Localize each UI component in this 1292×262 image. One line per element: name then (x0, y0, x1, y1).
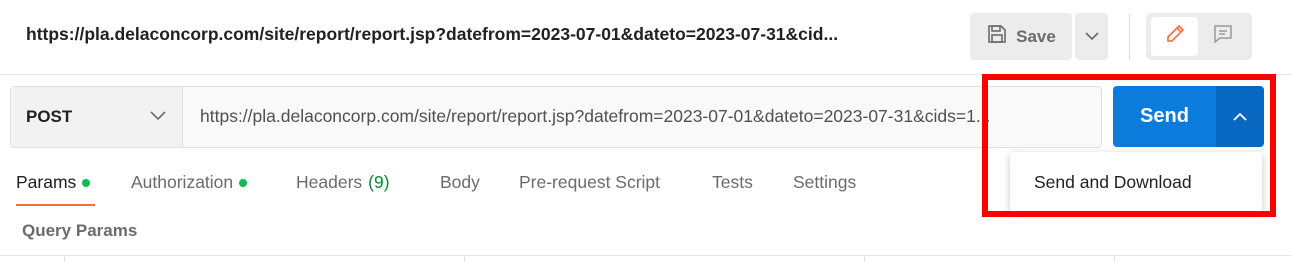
table-column-divider (64, 255, 65, 262)
table-header-divider (0, 255, 1292, 256)
table-column-divider (864, 255, 865, 262)
table-column-divider (464, 255, 465, 262)
tab-headers-count: (9) (368, 172, 390, 192)
section-title: Query Params (22, 221, 138, 240)
highlight-box (982, 74, 1276, 217)
tab-headers[interactable]: Headers (9) (296, 172, 390, 193)
save-label: Save (1016, 26, 1056, 46)
tab-settings-label: Settings (793, 172, 857, 192)
active-tab-indicator (16, 204, 95, 206)
tab-params-label: Params (16, 172, 77, 192)
chevron-down-icon (150, 108, 166, 126)
tab-authorization[interactable]: Authorization (131, 172, 248, 193)
chevron-down-icon (1084, 28, 1099, 46)
status-dot (82, 178, 91, 187)
tab-headers-label: Headers (296, 172, 363, 192)
method-label: POST (26, 107, 73, 126)
tab-body[interactable]: Body (440, 172, 480, 193)
tab-pre-request-script[interactable]: Pre-request Script (519, 172, 660, 193)
tab-pre-request-script-label: Pre-request Script (519, 172, 661, 192)
table-column-divider (1114, 255, 1115, 262)
status-dot (239, 178, 248, 187)
tab-body-label: Body (440, 172, 480, 192)
tab-tests[interactable]: Tests (712, 172, 753, 193)
save-button[interactable]: Save (970, 13, 1072, 60)
url-input[interactable]: https://pla.delaconcorp.com/site/report/… (200, 106, 1090, 127)
toolbar-divider (1129, 13, 1130, 60)
comments-button[interactable] (1199, 17, 1246, 56)
save-icon (986, 23, 1008, 50)
request-title[interactable]: https://pla.delaconcorp.com/site/report/… (26, 24, 838, 45)
tab-authorization-label: Authorization (131, 172, 234, 192)
tab-params[interactable]: Params (16, 172, 91, 193)
save-options-button[interactable] (1075, 13, 1108, 60)
tab-tests-label: Tests (712, 172, 753, 192)
edit-mode-button[interactable] (1151, 17, 1198, 56)
tab-settings[interactable]: Settings (793, 172, 856, 193)
pencil-icon (1164, 23, 1186, 50)
method-divider (182, 87, 183, 147)
comment-icon (1212, 23, 1234, 50)
